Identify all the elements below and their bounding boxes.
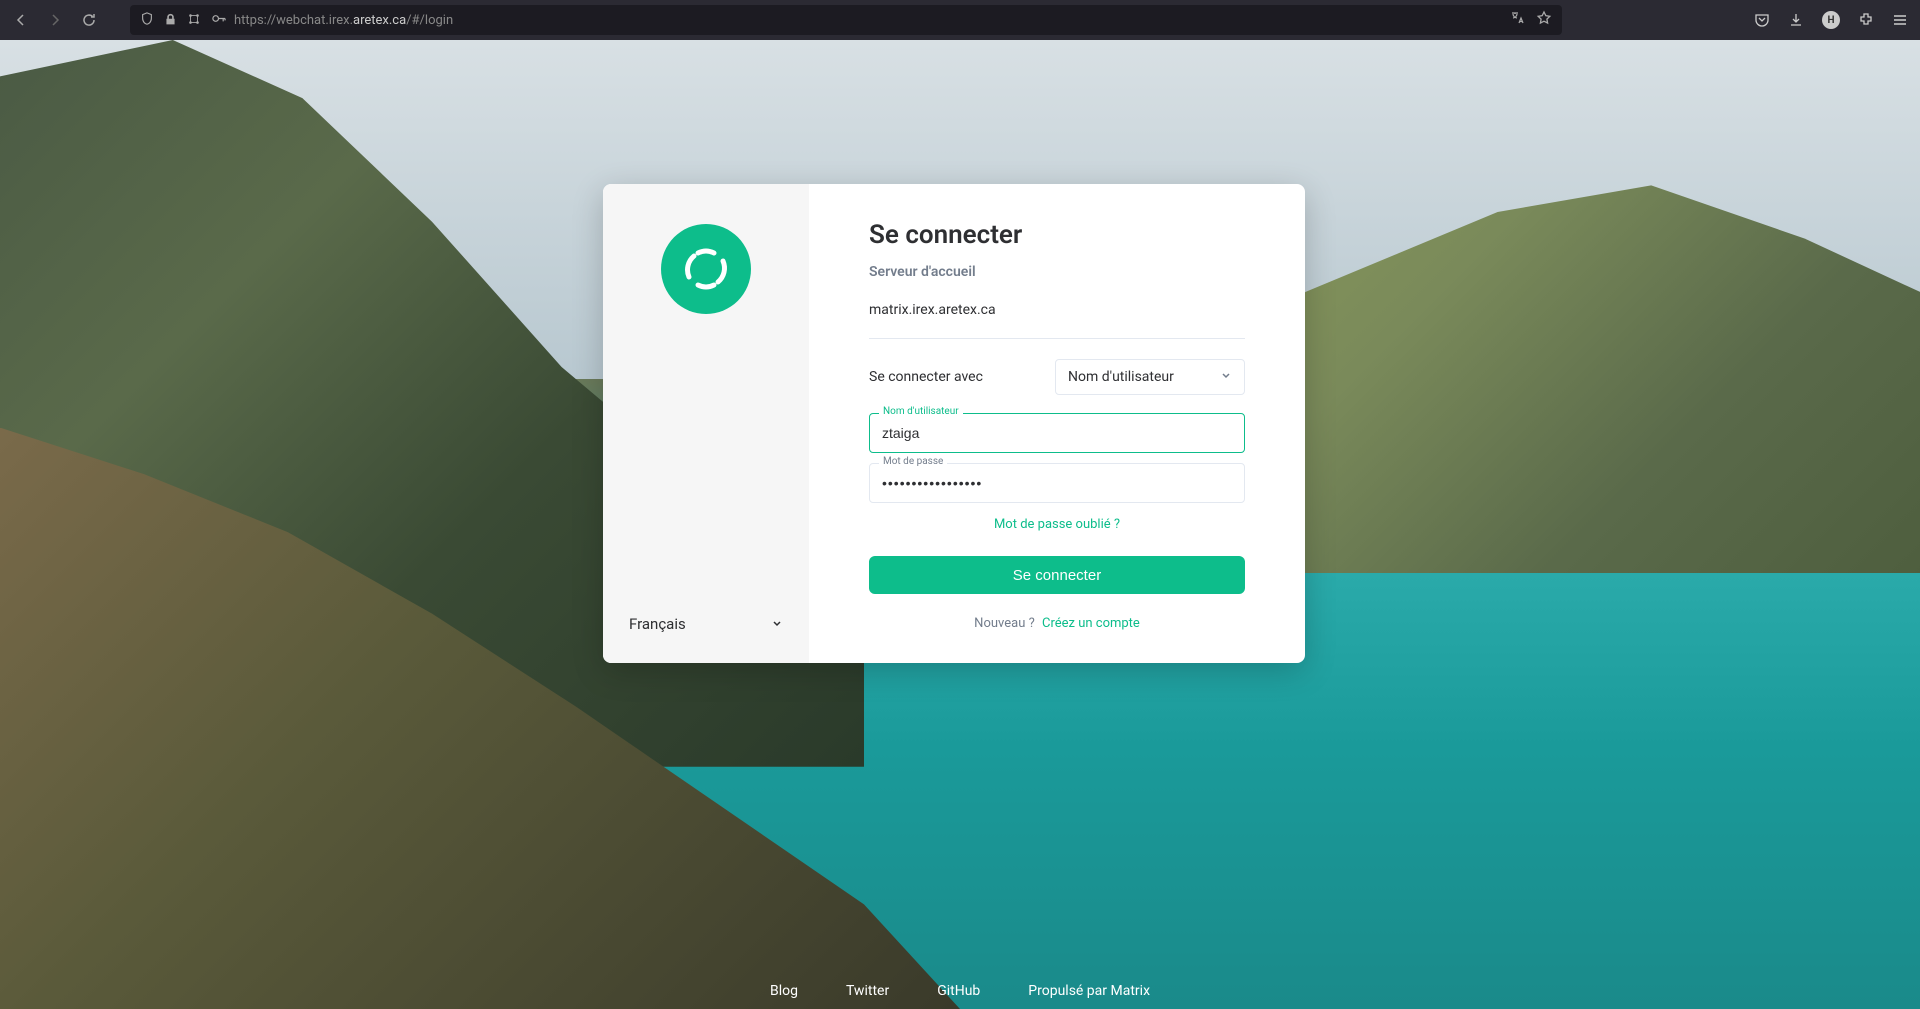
extensions-icon[interactable] (1858, 12, 1874, 28)
reload-button[interactable] (80, 11, 98, 29)
forward-button[interactable] (46, 11, 64, 29)
login-card: Français Se connecter Serveur d'accueil … (603, 184, 1305, 663)
chevron-down-icon (1220, 369, 1232, 385)
footer-github-link[interactable]: GitHub (937, 983, 980, 999)
back-button[interactable] (12, 11, 30, 29)
username-label: Nom d'utilisateur (879, 406, 963, 417)
chevron-down-icon (771, 615, 783, 633)
login-method-value: Nom d'utilisateur (1068, 369, 1174, 385)
homeserver-value: matrix.irex.aretex.ca (869, 302, 1245, 339)
downloads-icon[interactable] (1788, 12, 1804, 28)
browser-toolbar: https://webchat.irex.aretex.ca/#/login H (0, 0, 1920, 40)
login-method-label: Se connecter avec (869, 369, 983, 385)
url-bar[interactable]: https://webchat.irex.aretex.ca/#/login (130, 5, 1562, 35)
password-input[interactable] (869, 463, 1245, 503)
shield-icon (140, 11, 154, 30)
username-input[interactable] (869, 413, 1245, 453)
language-label: Français (629, 615, 686, 633)
password-field-wrap: Mot de passe (869, 463, 1245, 503)
footer-twitter-link[interactable]: Twitter (846, 983, 889, 999)
url-text: https://webchat.irex.aretex.ca/#/login (234, 13, 1502, 28)
homeserver-label: Serveur d'accueil (869, 264, 1245, 280)
page-content: Français Se connecter Serveur d'accueil … (0, 40, 1920, 1009)
footer-blog-link[interactable]: Blog (770, 983, 798, 999)
login-method-select[interactable]: Nom d'utilisateur (1055, 359, 1245, 395)
login-heading: Se connecter (869, 220, 1245, 250)
footer-links: Blog Twitter GitHub Propulsé par Matrix (0, 983, 1920, 999)
footer-matrix-link[interactable]: Propulsé par Matrix (1028, 983, 1150, 999)
password-label: Mot de passe (879, 456, 947, 467)
key-icon (211, 11, 226, 30)
bookmark-star-icon[interactable] (1536, 10, 1552, 30)
language-selector[interactable]: Français (603, 615, 809, 633)
card-right-panel: Se connecter Serveur d'accueil matrix.ir… (809, 184, 1305, 663)
app-logo (661, 224, 751, 314)
forgot-password-link[interactable]: Mot de passe oublié ? (869, 517, 1245, 532)
card-left-panel: Français (603, 184, 809, 663)
translate-icon[interactable] (1510, 10, 1526, 30)
submit-button[interactable]: Se connecter (869, 556, 1245, 594)
create-account-link[interactable]: Créez un compte (1042, 616, 1140, 631)
pocket-icon[interactable] (1754, 12, 1770, 28)
permissions-icon (187, 11, 201, 30)
menu-icon[interactable] (1892, 12, 1908, 28)
signup-row: Nouveau ? Créez un compte (869, 616, 1245, 631)
lock-icon (164, 11, 177, 30)
new-user-question: Nouveau ? (974, 616, 1035, 631)
account-icon[interactable]: H (1822, 11, 1840, 29)
username-field-wrap: Nom d'utilisateur (869, 413, 1245, 453)
